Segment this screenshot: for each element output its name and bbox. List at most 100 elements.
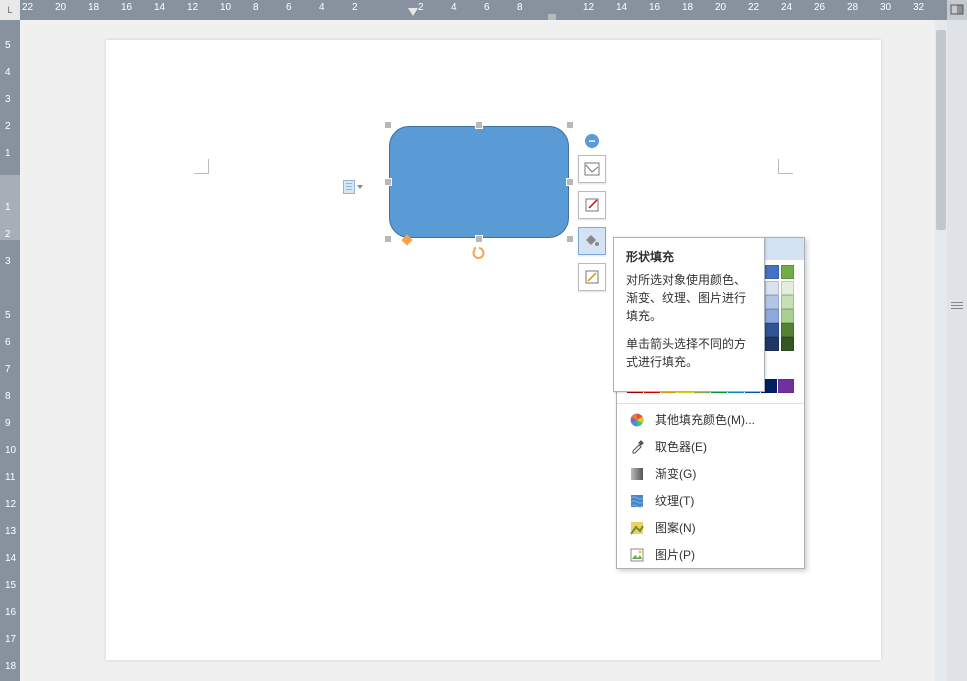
ruler-tick: 17	[5, 634, 16, 645]
horizontal-ruler[interactable]: 2220181614121086422468121416182022242628…	[20, 0, 947, 20]
ruler-tick: 8	[5, 391, 11, 402]
ruler-tick: 5	[5, 40, 11, 51]
color-swatch[interactable]	[765, 323, 779, 337]
ruler-tick: 18	[88, 2, 99, 13]
ruler-tick: 20	[55, 2, 66, 13]
color-swatch[interactable]	[781, 265, 795, 279]
color-wheel-icon	[629, 412, 645, 428]
resize-handle-br[interactable]	[566, 235, 574, 243]
more-fill-colors-item[interactable]: 其他填充颜色(M)...	[617, 406, 804, 433]
color-swatch[interactable]	[765, 295, 779, 309]
ruler-tick: 11	[5, 472, 15, 483]
gradient-item[interactable]: 渐变(G)	[617, 460, 804, 487]
ruler-tick: 4	[451, 2, 457, 13]
rotate-handle[interactable]	[472, 246, 486, 260]
texture-item[interactable]: 纹理(T)	[617, 487, 804, 514]
resize-handle-tl[interactable]	[384, 121, 392, 129]
color-swatch[interactable]	[765, 337, 779, 351]
ruler-tick: 18	[5, 661, 16, 672]
ruler-tick: 30	[880, 2, 891, 13]
ruler-tick: 16	[121, 2, 132, 13]
ruler-tick: 5	[5, 310, 11, 321]
ruler-tick: 20	[715, 2, 726, 13]
layout-options-button[interactable]	[578, 155, 606, 183]
ruler-tick: 6	[286, 2, 292, 13]
menu-label: 图片(P)	[655, 546, 695, 563]
color-swatch[interactable]	[781, 323, 795, 337]
shape-outline-button[interactable]	[578, 191, 606, 219]
ruler-tick: 16	[5, 607, 16, 618]
color-swatch[interactable]	[765, 309, 779, 323]
floating-shape-toolbar: −	[578, 133, 606, 291]
eyedropper-item[interactable]: 取色器(E)	[617, 433, 804, 460]
ruler-tick: 2	[352, 2, 358, 13]
pattern-item[interactable]: 图案(N)	[617, 514, 804, 541]
ruler-tick: 4	[319, 2, 325, 13]
scrollbar-thumb[interactable]	[936, 30, 946, 230]
color-swatch[interactable]	[765, 281, 779, 295]
ruler-tick: 10	[5, 445, 16, 456]
tooltip-body-1: 对所选对象使用颜色、渐变、纹理、图片进行填充。	[626, 271, 752, 325]
paste-options-button[interactable]	[343, 179, 365, 195]
collapsed-task-pane[interactable]	[947, 20, 967, 681]
resize-handle-b[interactable]	[475, 235, 483, 243]
ruler-tick: 18	[682, 2, 693, 13]
tooltip-title: 形状填充	[626, 248, 752, 265]
ruler-tick: 2	[5, 229, 11, 240]
color-swatch[interactable]	[765, 265, 779, 279]
ruler-tick: 12	[187, 2, 198, 13]
ruler-tick: 22	[748, 2, 759, 13]
dropdown-arrow-icon	[357, 185, 363, 189]
ruler-tick: 3	[5, 94, 11, 105]
picture-icon	[629, 547, 645, 563]
texture-icon	[629, 493, 645, 509]
menu-label: 其他填充颜色(M)...	[655, 411, 755, 428]
ruler-tick: 24	[781, 2, 792, 13]
tooltip-body-2: 单击箭头选择不同的方式进行填充。	[626, 335, 752, 371]
shape-fill-button[interactable]	[578, 227, 606, 255]
rounded-rectangle-shape[interactable]	[389, 126, 569, 238]
ruler-tick: 22	[22, 2, 33, 13]
ruler-tick: 1	[5, 202, 11, 213]
ruler-tick: 14	[154, 2, 165, 13]
margin-marker-left	[194, 159, 209, 174]
ruler-tick: 7	[5, 364, 11, 375]
ruler-tick: 8	[253, 2, 259, 13]
shape-effects-button[interactable]	[578, 263, 606, 291]
pattern-icon	[629, 520, 645, 536]
resize-handle-l[interactable]	[384, 178, 392, 186]
margin-marker-right	[778, 159, 793, 174]
resize-handle-bl[interactable]	[384, 235, 392, 243]
ruler-tick: 2	[418, 2, 424, 13]
vertical-scrollbar[interactable]	[935, 20, 947, 681]
ruler-tick: 32	[913, 2, 924, 13]
resize-handle-t[interactable]	[475, 121, 483, 129]
ruler-tick: 6	[484, 2, 490, 13]
color-swatch[interactable]	[781, 295, 795, 309]
shape-fill-tooltip: 形状填充 对所选对象使用颜色、渐变、纹理、图片进行填充。 单击箭头选择不同的方式…	[613, 237, 765, 392]
vertical-ruler[interactable]: 5432112356789101112131415161718192021222…	[0, 20, 20, 681]
ruler-tick: 13	[5, 526, 16, 537]
menu-label: 图案(N)	[655, 519, 696, 536]
ruler-tick: 8	[517, 2, 523, 13]
resize-handle-tr[interactable]	[566, 121, 574, 129]
eyedropper-icon	[629, 439, 645, 455]
resize-handle-r[interactable]	[566, 178, 574, 186]
selected-shape[interactable]	[389, 126, 569, 238]
ruler-tick: 10	[220, 2, 231, 13]
hamburger-icon	[951, 300, 963, 311]
ruler-tick: 1	[5, 148, 11, 159]
picture-item[interactable]: 图片(P)	[617, 541, 804, 568]
color-swatch[interactable]	[781, 309, 795, 323]
ruler-tick: 2	[5, 121, 11, 132]
ruler-tick: 14	[5, 553, 16, 564]
ruler-tick: 9	[5, 418, 11, 429]
color-swatch[interactable]	[781, 281, 795, 295]
task-pane-toggle[interactable]	[947, 0, 967, 20]
ruler-tick: 4	[5, 67, 11, 78]
ruler-tick: 14	[616, 2, 627, 13]
color-swatch[interactable]	[778, 379, 794, 393]
color-swatch[interactable]	[781, 337, 795, 351]
collapse-icon[interactable]: −	[584, 133, 600, 149]
ruler-tick: 16	[649, 2, 660, 13]
